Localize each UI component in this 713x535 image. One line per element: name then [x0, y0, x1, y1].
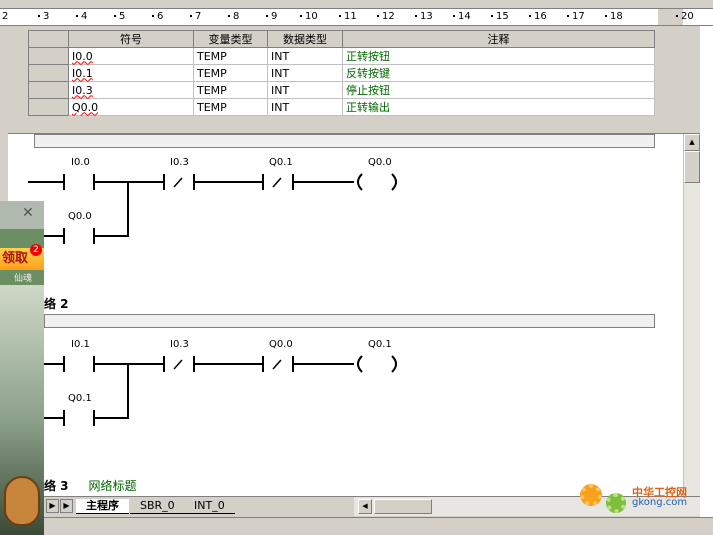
contact-label[interactable]: Q0.1 [269, 157, 293, 168]
tab-first-icon[interactable]: ▶ [46, 499, 59, 513]
watermark-logo: 中华工控网 gkong.com [578, 479, 700, 519]
symbol-cell[interactable]: I0.0 [68, 47, 194, 65]
ad-popup[interactable]: ✕ 领取 2 仙魂 [0, 201, 44, 535]
var-type-cell[interactable]: TEMP [193, 64, 268, 82]
tab-next-icon[interactable]: ▶ [60, 499, 73, 513]
gear-icon [580, 484, 602, 506]
watermark-url: gkong.com [632, 497, 688, 508]
var-type-cell[interactable]: TEMP [193, 81, 268, 99]
row-header[interactable] [28, 81, 69, 99]
data-type-cell[interactable]: INT [267, 98, 343, 116]
column-header-comment[interactable]: 注释 [342, 30, 655, 48]
column-header-data-type[interactable]: 数据类型 [267, 30, 343, 48]
var-type-cell[interactable]: TEMP [193, 47, 268, 65]
comment-cell[interactable]: 正转输出 [342, 98, 655, 116]
network3-subtitle[interactable]: 网络标题 [89, 479, 137, 493]
coil-label[interactable]: Q0.0 [368, 157, 392, 168]
scroll-thumb[interactable] [684, 151, 700, 183]
data-type-cell[interactable]: INT [267, 64, 343, 82]
ruler-tick: 7 [190, 11, 201, 23]
row-header[interactable] [28, 98, 69, 116]
coil-q01-right [391, 355, 397, 373]
right-edge [700, 26, 713, 535]
close-icon[interactable]: ✕ [22, 205, 34, 221]
tab-main-program[interactable]: 主程序 [76, 499, 129, 514]
coil-q01-left [357, 355, 363, 373]
tab-int0[interactable]: INT_0 [184, 499, 235, 514]
comment-cell[interactable]: 正转按钮 [342, 47, 655, 65]
coil-q00-left [357, 173, 363, 191]
ruler-tick: 9 [266, 11, 277, 23]
ruler-tick: 13 [415, 11, 433, 23]
contact-q00-slash [272, 359, 282, 370]
variable-grid: 符号 变量类型 数据类型 注释 I0.0 TEMP INT 正转按钮 I0.1 … [28, 30, 655, 116]
table-header-row: 符号 变量类型 数据类型 注释 [28, 30, 655, 48]
contact-label[interactable]: I0.3 [170, 339, 189, 350]
ruler-tick: 16 [529, 11, 547, 23]
row-header[interactable] [28, 47, 69, 65]
var-type-cell[interactable]: TEMP [193, 98, 268, 116]
network2-title: 络 2 [44, 297, 69, 311]
program-tabs: ▶ ▶ 主程序 SBR_0 INT_0 [44, 496, 354, 516]
ruler-tick: 14 [453, 11, 471, 23]
contact-label[interactable]: Q0.0 [68, 211, 92, 222]
contact-label[interactable]: Q0.1 [68, 393, 92, 404]
tab-sbr0[interactable]: SBR_0 [130, 499, 185, 514]
ladder-editor[interactable]: I0.0 I0.3 Q0.1 Q0.0 Q0.0 络 2 I0.1 I0.3 Q… [8, 134, 683, 496]
network2-comment-bar[interactable] [44, 314, 655, 328]
popup-subtitle: 仙魂 [14, 274, 33, 284]
ruler-tick: 5 [114, 11, 125, 23]
scroll-left-icon[interactable]: ◀ [358, 499, 372, 514]
gear-icon [606, 493, 626, 513]
ruler-tick: 4 [76, 11, 87, 23]
vertical-scrollbar[interactable]: ▲ [683, 134, 700, 496]
contact-label[interactable]: I0.3 [170, 157, 189, 168]
symbol-cell[interactable]: Q0.0 [68, 98, 194, 116]
data-type-cell[interactable]: INT [267, 81, 343, 99]
contact-label[interactable]: I0.1 [71, 339, 90, 350]
contact-label[interactable]: Q0.0 [269, 339, 293, 350]
comment-cell[interactable]: 反转按键 [342, 64, 655, 82]
ruler-tick: 10 [300, 11, 318, 23]
contact-label[interactable]: I0.0 [71, 157, 90, 168]
ruler-tick: 11 [339, 11, 357, 23]
table-row[interactable]: Q0.0 TEMP INT 正转输出 [28, 98, 655, 116]
local-variable-table: 符号 变量类型 数据类型 注释 I0.0 TEMP INT 正转按钮 I0.1 … [8, 26, 700, 134]
row-header-corner [28, 30, 69, 48]
ruler-tick: 20 [676, 11, 694, 23]
column-header-symbol[interactable]: 符号 [68, 30, 194, 48]
contact-i03-slash [173, 177, 183, 188]
scroll-up-icon[interactable]: ▲ [684, 134, 700, 151]
ruler: 2 3 4 5 6 7 8 9 10 11 12 13 14 15 16 17 … [0, 8, 713, 26]
contact-q01-slash [272, 177, 282, 188]
scroll-thumb[interactable] [374, 499, 432, 514]
ruler-tick: 18 [605, 11, 623, 23]
guitar-icon [4, 476, 40, 526]
data-type-cell[interactable]: INT [267, 47, 343, 65]
notification-badge: 2 [30, 244, 42, 256]
network2-rung [44, 355, 397, 426]
ruler-tick: 6 [152, 11, 163, 23]
network3-title: 络 3 网络标题 [44, 479, 137, 493]
symbol-cell[interactable]: I0.1 [68, 64, 194, 82]
comment-cell[interactable]: 停止按钮 [342, 81, 655, 99]
network1-rung [28, 173, 397, 244]
ruler-tick: 15 [491, 11, 509, 23]
table-row[interactable]: I0.1 TEMP INT 反转按键 [28, 64, 655, 82]
coil-q00-right [391, 173, 397, 191]
ruler-tick: 3 [38, 11, 49, 23]
table-row[interactable]: I0.0 TEMP INT 正转按钮 [28, 47, 655, 65]
ruler-tick: 2 [2, 11, 9, 22]
symbol-cell[interactable]: I0.3 [68, 81, 194, 99]
column-header-var-type[interactable]: 变量类型 [193, 30, 268, 48]
ruler-tick: 12 [377, 11, 395, 23]
coil-label[interactable]: Q0.1 [368, 339, 392, 350]
status-strip [0, 517, 713, 535]
row-header[interactable] [28, 64, 69, 82]
contact-i03-slash [173, 359, 183, 370]
ruler-tick: 8 [228, 11, 239, 23]
table-row[interactable]: I0.3 TEMP INT 停止按钮 [28, 81, 655, 99]
ruler-tick: 17 [567, 11, 585, 23]
